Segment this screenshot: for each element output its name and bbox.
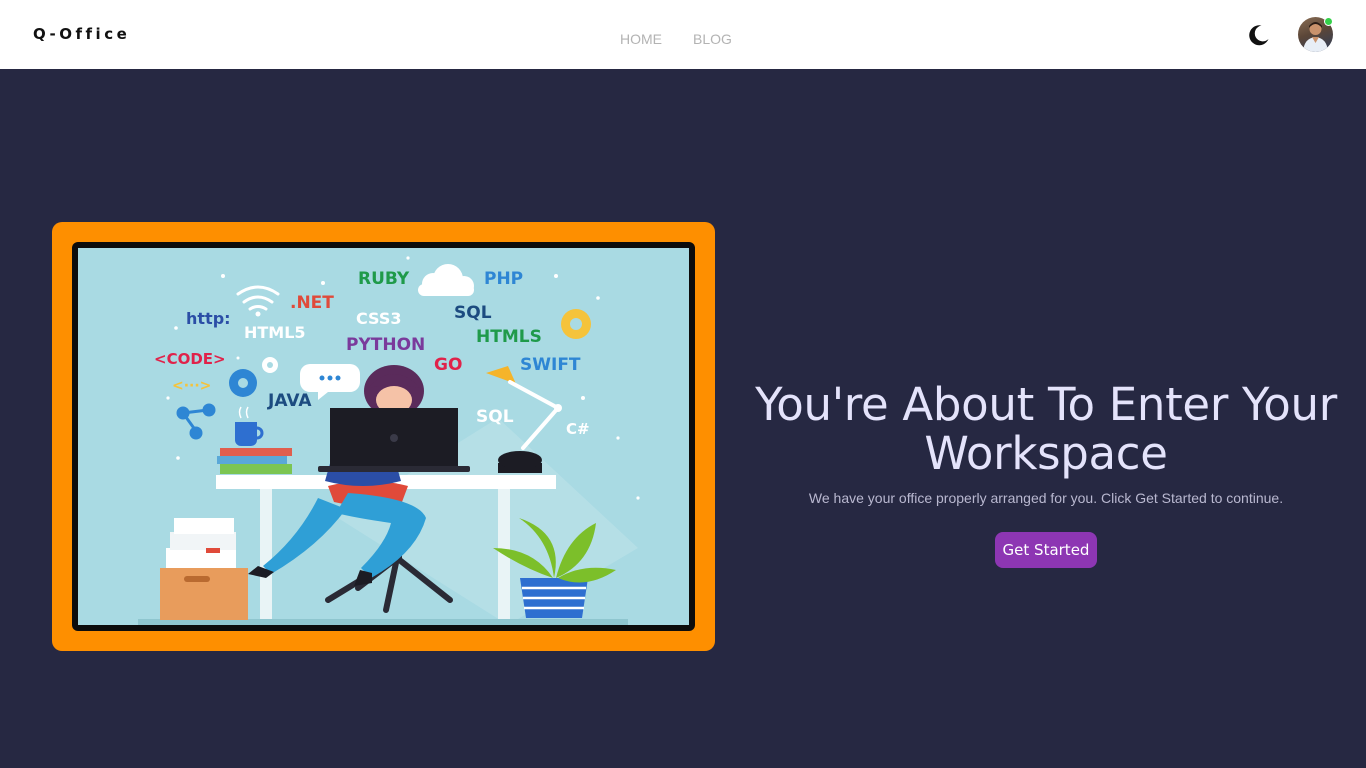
tag-net: .NET [290,293,334,313]
tag-php: PHP [484,269,523,289]
illustration-frame: RUBY PHP .NET http: HTML5 CSS3 SQL HTMLS… [52,222,715,651]
tag-swift: SWIFT [520,355,581,375]
online-status-indicator [1324,17,1333,26]
hero-title: You're About To Enter Your Workspace [755,378,1337,480]
developer-scene-image: RUBY PHP .NET http: HTML5 CSS3 SQL HTMLS… [138,256,640,625]
tag-code: <CODE> [154,350,226,368]
moon-icon[interactable] [1247,23,1271,47]
top-navbar: Q-Office HOME BLOG [0,0,1366,69]
tag-html5: HTML5 [244,323,306,342]
tag-sql-bottom: SQL [476,407,514,427]
tag-csharp: C# [566,420,590,438]
tag-css3: CSS3 [356,309,402,328]
nav-blog-link[interactable]: BLOG [693,31,732,47]
tag-arrows: <···> [172,378,211,394]
illustration-screen: RUBY PHP .NET http: HTML5 CSS3 SQL HTMLS… [72,242,695,631]
hero-subtitle: We have your office properly arranged fo… [808,490,1284,506]
nav-home-link[interactable]: HOME [620,31,662,47]
tag-go: GO [434,355,462,375]
tag-http: http: [186,309,231,328]
tag-ruby: RUBY [358,269,410,289]
developer-illustration: RUBY PHP .NET http: HTML5 CSS3 SQL HTMLS… [78,248,689,625]
tag-java: JAVA [267,391,312,411]
get-started-button[interactable]: Get Started [994,532,1098,568]
tag-python: PYTHON [346,335,425,355]
brand-logo[interactable]: Q-Office [33,25,130,43]
tag-htmls: HTMLS [476,327,542,347]
tag-sql-top: SQL [454,303,492,323]
user-avatar[interactable] [1298,17,1333,52]
hero-section: You're About To Enter Your Workspace We … [740,380,1352,568]
main-nav: HOME BLOG [620,31,732,47]
